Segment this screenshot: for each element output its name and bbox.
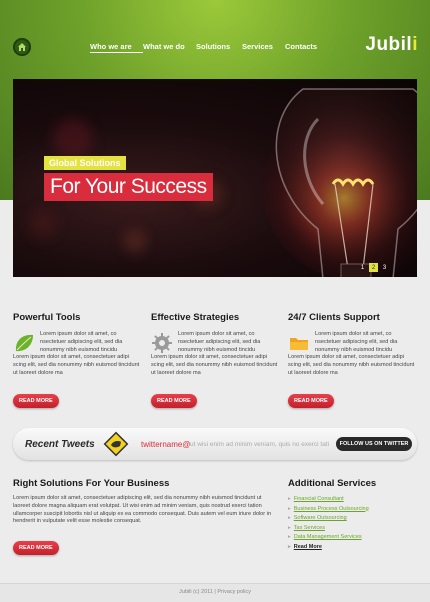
- logo-main: Jubil: [365, 34, 413, 55]
- twitter-handle[interactable]: twittername@: [141, 440, 190, 449]
- feature-body: Lorem ipsum dolor sit amet, consectetuer…: [13, 354, 140, 376]
- twitter-bird-icon: [103, 431, 129, 457]
- footer-text: Jubili (c) 2011 | Privacy policy: [179, 589, 251, 595]
- leaf-icon: [15, 334, 33, 352]
- solutions-section: Right Solutions For Your Business Lorem …: [13, 478, 275, 526]
- read-more-button[interactable]: READ MORE: [13, 394, 59, 408]
- solutions-title: Right Solutions For Your Business: [13, 478, 170, 489]
- follow-twitter-button[interactable]: FOLLOW US ON TWITTER: [336, 437, 412, 451]
- service-link[interactable]: Financial Consultant: [288, 495, 418, 505]
- pager-dot-2[interactable]: 2: [369, 263, 378, 272]
- read-more-button[interactable]: READ MORE: [151, 394, 197, 408]
- home-button[interactable]: [13, 38, 31, 56]
- additional-services-title: Additional Services: [288, 478, 377, 489]
- hero-slider[interactable]: Global Solutions For Your Success: [13, 79, 417, 277]
- main-nav: Who we are What we do Solutions Services…: [90, 42, 317, 53]
- recent-tweets-bar: Recent Tweets twittername@ ut wisi enim …: [13, 428, 417, 460]
- footer: Jubili (c) 2011 | Privacy policy: [0, 583, 430, 602]
- pager-dot-1[interactable]: 1: [358, 263, 367, 272]
- feature-title: 24/7 Clients Support: [288, 312, 380, 323]
- feature-clients-support: 24/7 Clients Support Lorem ipsum dolor s…: [288, 312, 416, 378]
- nav-contacts[interactable]: Contacts: [285, 42, 317, 53]
- recent-tweets-label: Recent Tweets: [25, 439, 95, 450]
- feature-title: Powerful Tools: [13, 312, 81, 323]
- nav-who-we-are[interactable]: Who we are: [90, 42, 143, 53]
- service-link[interactable]: Business Process Outsourcing: [288, 505, 418, 515]
- folder-icon: [290, 338, 308, 350]
- service-link[interactable]: Software Outsourcing: [288, 514, 418, 524]
- bokeh-light: [28, 209, 58, 239]
- bokeh-light: [123, 229, 147, 253]
- feature-body: Lorem ipsum dolor sit amet, consectetuer…: [151, 354, 278, 376]
- slide-caption-main: For Your Success: [44, 173, 213, 201]
- feature-powerful-tools: Powerful Tools Lorem ipsum dolor sit ame…: [13, 312, 141, 378]
- bokeh-light: [53, 119, 93, 159]
- feature-effective-strategies: Effective Strategies Lorem ipsum dolor s…: [151, 312, 279, 378]
- gear-icon: [152, 333, 172, 353]
- read-more-button[interactable]: READ MORE: [13, 541, 59, 555]
- tweet-text: ut wisi enim ad minim veniam, quis no ex…: [190, 441, 330, 448]
- home-icon: [18, 43, 26, 51]
- service-link[interactable]: Tax Services: [288, 524, 418, 534]
- slide-caption-top: Global Solutions: [44, 156, 126, 170]
- read-more-link[interactable]: Read More: [288, 543, 418, 553]
- slider-pager: 1 2 3: [358, 263, 389, 272]
- nav-what-we-do[interactable]: What we do: [143, 42, 196, 53]
- feature-title: Effective Strategies: [151, 312, 240, 323]
- feature-body: Lorem ipsum dolor sit amet, consectetuer…: [288, 354, 415, 376]
- logo-accent: i: [412, 34, 418, 55]
- solutions-text: Lorem ipsum dolor sit amet, consectetuer…: [13, 495, 272, 525]
- logo[interactable]: Jubili: [365, 34, 418, 56]
- nav-services[interactable]: Services: [242, 42, 285, 53]
- services-list: Financial Consultant Business Process Ou…: [288, 495, 418, 553]
- nav-solutions[interactable]: Solutions: [196, 42, 242, 53]
- light-bulb-image: [263, 88, 417, 277]
- pager-dot-3[interactable]: 3: [380, 263, 389, 272]
- additional-services: Additional Services Financial Consultant…: [288, 478, 418, 553]
- read-more-button[interactable]: READ MORE: [288, 394, 334, 408]
- service-link[interactable]: Data Management Services: [288, 533, 418, 543]
